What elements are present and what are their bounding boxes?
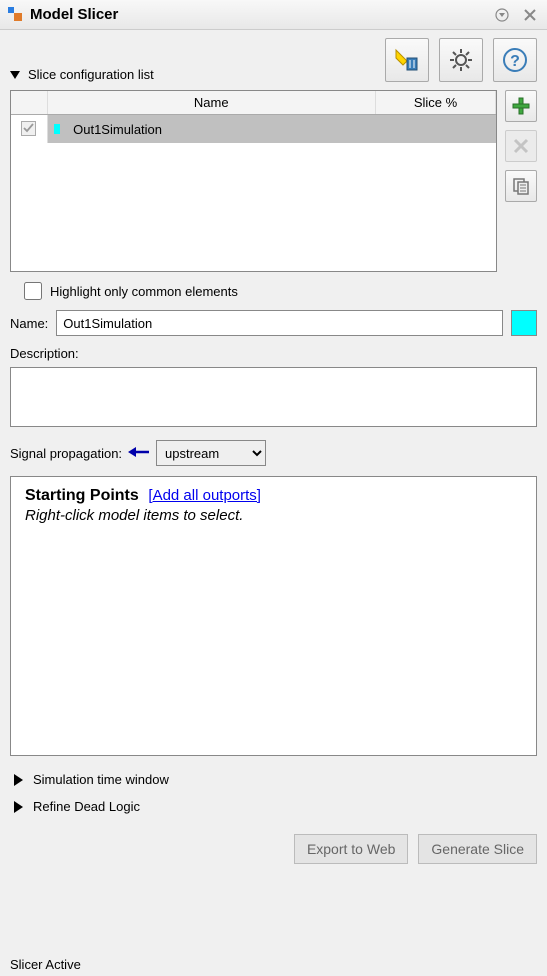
- add-all-outports-link[interactable]: [Add all outports]: [148, 487, 261, 504]
- description-input[interactable]: [10, 367, 537, 427]
- x-icon: [513, 138, 529, 154]
- copy-icon: [512, 177, 530, 195]
- help-icon: ?: [502, 47, 528, 73]
- settings-button[interactable]: [439, 38, 483, 82]
- export-to-web-button[interactable]: Export to Web: [294, 834, 408, 864]
- refine-dead-logic-label: Refine Dead Logic: [33, 799, 140, 814]
- delete-config-button: [505, 130, 537, 162]
- row-color-indicator: [54, 124, 60, 134]
- sigprop-label: Signal propagation:: [10, 446, 122, 461]
- row-name: Out1Simulation: [73, 122, 162, 137]
- description-label: Description:: [10, 346, 79, 361]
- generate-slice-button[interactable]: Generate Slice: [418, 834, 537, 864]
- chevron-right-icon: [14, 774, 23, 786]
- starting-points-title: Starting Points: [25, 487, 139, 504]
- color-picker[interactable]: [511, 310, 537, 336]
- gear-icon: [448, 47, 474, 73]
- refine-dead-logic-section[interactable]: Refine Dead Logic: [10, 793, 537, 820]
- chevron-right-icon: [14, 801, 23, 813]
- highlight-button[interactable]: [385, 38, 429, 82]
- plus-icon: [511, 96, 531, 116]
- titlebar: Model Slicer: [0, 0, 547, 30]
- sigprop-select[interactable]: upstream: [156, 440, 266, 466]
- name-input[interactable]: [56, 310, 503, 336]
- add-config-button[interactable]: [505, 90, 537, 122]
- app-icon: [8, 7, 24, 23]
- svg-text:?: ?: [510, 53, 520, 70]
- starting-points-panel: Starting Points [Add all outports] Right…: [10, 476, 537, 756]
- slice-config-list-header[interactable]: Slice configuration list: [10, 67, 385, 82]
- window-title: Model Slicer: [30, 6, 483, 23]
- chevron-down-icon: [10, 71, 20, 79]
- name-label: Name:: [10, 316, 48, 331]
- col-name: Name: [47, 91, 376, 115]
- dropdown-icon[interactable]: [493, 6, 511, 24]
- highlight-common-label: Highlight only common elements: [50, 284, 238, 299]
- help-button[interactable]: ?: [493, 38, 537, 82]
- highlighter-icon: [393, 46, 421, 74]
- simulation-time-window-label: Simulation time window: [33, 772, 169, 787]
- slice-config-list-label: Slice configuration list: [28, 67, 154, 82]
- col-check: [11, 91, 47, 115]
- arrow-left-icon: [128, 443, 150, 464]
- highlight-common-checkbox[interactable]: [24, 282, 42, 300]
- copy-config-button[interactable]: [505, 170, 537, 202]
- config-table[interactable]: Name Slice % Out1Simulation: [10, 90, 497, 272]
- simulation-time-window-section[interactable]: Simulation time window: [10, 766, 537, 793]
- row-checkbox[interactable]: [21, 121, 36, 136]
- table-row[interactable]: Out1Simulation: [11, 115, 496, 144]
- starting-points-subtitle: Right-click model items to select.: [25, 507, 522, 524]
- col-slice: Slice %: [376, 91, 496, 115]
- close-icon[interactable]: [521, 6, 539, 24]
- status-bar: Slicer Active: [10, 957, 81, 972]
